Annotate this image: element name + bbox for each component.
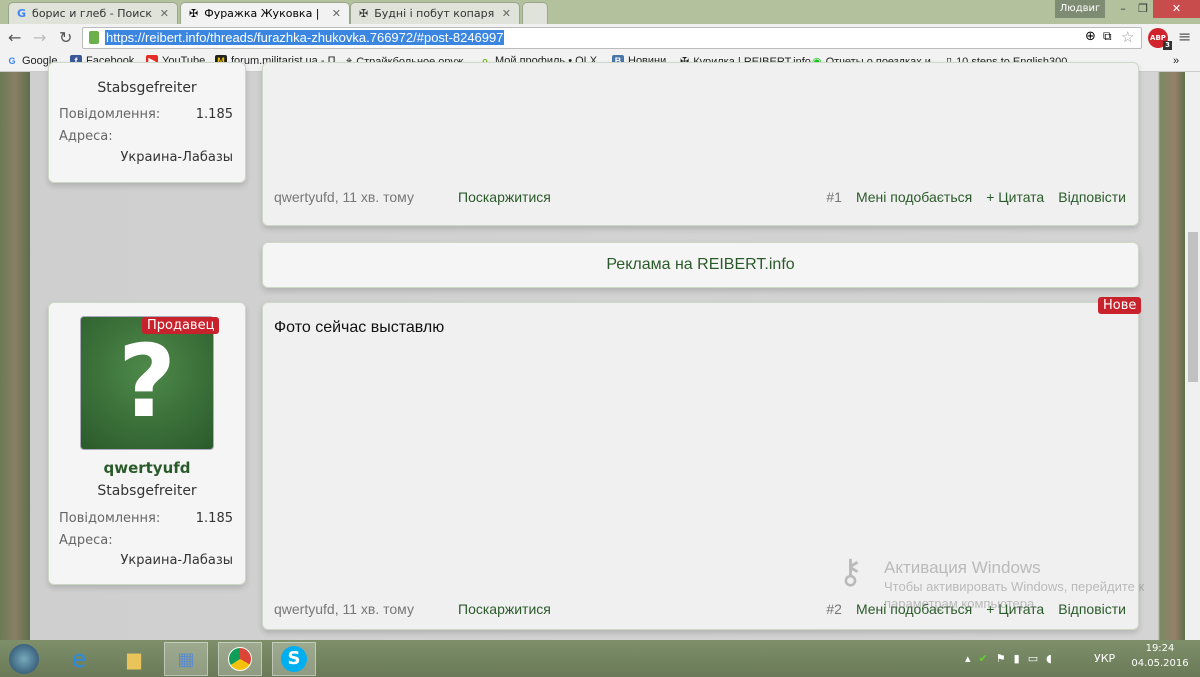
ad-block[interactable]: Реклама на REIBERT.info	[262, 242, 1139, 288]
close-tab-icon[interactable]: ✕	[160, 7, 169, 20]
forward-icon[interactable]: →	[33, 28, 46, 47]
close-tab-icon[interactable]: ✕	[332, 7, 341, 20]
title-bar: Gборис и глеб - Поиск в G✕ ✠Фуражка Жуко…	[0, 0, 1200, 24]
flag-icon[interactable]: ⚑	[996, 652, 1006, 665]
new-tab-button[interactable]	[522, 2, 548, 24]
tab-active[interactable]: ✠Фуражка Жуковка | REIBERT✕	[180, 2, 350, 24]
reload-icon[interactable]: ↻	[59, 28, 72, 47]
chrome-icon[interactable]	[218, 642, 262, 676]
zoom-icon[interactable]: ⊕	[1085, 29, 1096, 44]
bookmark-star-icon[interactable]: ☆	[1121, 28, 1134, 46]
reply-link[interactable]: Відповісти	[1058, 601, 1126, 617]
clock[interactable]: 19:24 04.05.2016	[1130, 643, 1190, 669]
skype-icon[interactable]: S	[272, 642, 316, 676]
user-info-card: Stabsgefreiter Повідомлення: 1.185 Адрес…	[48, 62, 246, 183]
taskbar: e ▆ ▦ S ▴ ✔ ⚑ ▮ ▭ ◖ УКР 19:24 04.05.2016	[0, 640, 1200, 677]
language-indicator[interactable]: УКР	[1094, 652, 1115, 665]
volume-icon[interactable]: ◖	[1046, 652, 1052, 665]
system-tray[interactable]: ▴ ✔ ⚑ ▮ ▭ ◖	[965, 652, 1052, 665]
calculator-icon[interactable]: ▦	[164, 642, 208, 676]
iron-cross-icon: ✠	[189, 7, 199, 20]
address-bar[interactable]: https://reibert.info/threads/furazhka-zh…	[82, 27, 1142, 49]
ie-icon[interactable]: e	[57, 642, 101, 676]
seller-badge: Продавец	[142, 317, 220, 334]
network-icon[interactable]: ▭	[1028, 652, 1038, 665]
iron-cross-icon: ✠	[359, 7, 369, 20]
scrollbar-thumb[interactable]	[1188, 232, 1198, 382]
new-badge: Нове	[1098, 297, 1142, 314]
start-button[interactable]	[2, 642, 46, 676]
explorer-icon[interactable]: ▆	[112, 642, 156, 676]
page-content: Stabsgefreiter Повідомлення: 1.185 Адрес…	[0, 62, 1200, 640]
user-info-card: ? Продавец qwertyufd Stabsgefreiter Пові…	[48, 302, 246, 585]
google-icon: G	[17, 7, 27, 20]
post-text: Фото сейчас выставлю	[274, 319, 445, 336]
adblock-icon[interactable]: ABP 3	[1148, 28, 1172, 50]
question-mark-icon: ?	[117, 323, 176, 440]
profile-name[interactable]: Людвиг	[1055, 0, 1105, 18]
close-tab-icon[interactable]: ✕	[502, 7, 511, 20]
more-bookmarks-icon[interactable]: »	[1173, 55, 1179, 67]
windows-logo-icon	[9, 644, 39, 674]
post-number[interactable]: #2	[826, 601, 842, 617]
tab-search[interactable]: Gборис и глеб - Поиск в G✕	[8, 2, 178, 24]
reply-link[interactable]: Відповісти	[1058, 189, 1126, 205]
tab-other[interactable]: ✠Будні і побут копаря| Сто✕	[350, 2, 520, 24]
google-icon: G	[8, 56, 16, 66]
back-icon[interactable]: ←	[8, 28, 21, 47]
key-icon: ⚷	[838, 553, 863, 591]
avatar[interactable]: ?	[80, 316, 214, 450]
quote-link[interactable]: + Цитата	[986, 189, 1044, 205]
report-link[interactable]: Поскаржитися	[458, 189, 551, 205]
show-hidden-icon[interactable]: ▴	[965, 652, 971, 665]
security-icon[interactable]: ✔	[979, 652, 988, 665]
report-link[interactable]: Поскаржитися	[458, 601, 551, 617]
post: qwertyufd, 11 хв. тому Поскаржитися #1 М…	[262, 62, 1139, 226]
toolbar: ← → ↻ https://reibert.info/threads/furaz…	[0, 24, 1200, 52]
lock-icon	[89, 31, 99, 44]
close-window-icon[interactable]: ✕	[1153, 0, 1200, 18]
like-link[interactable]: Мені подобається	[856, 189, 972, 205]
power-icon[interactable]: ▮	[1014, 652, 1020, 665]
post-number[interactable]: #1	[826, 189, 842, 205]
translate-icon[interactable]: ⧉	[1103, 29, 1112, 44]
menu-icon[interactable]: ≡	[1178, 27, 1191, 46]
username-link[interactable]: qwertyufd	[49, 459, 245, 477]
